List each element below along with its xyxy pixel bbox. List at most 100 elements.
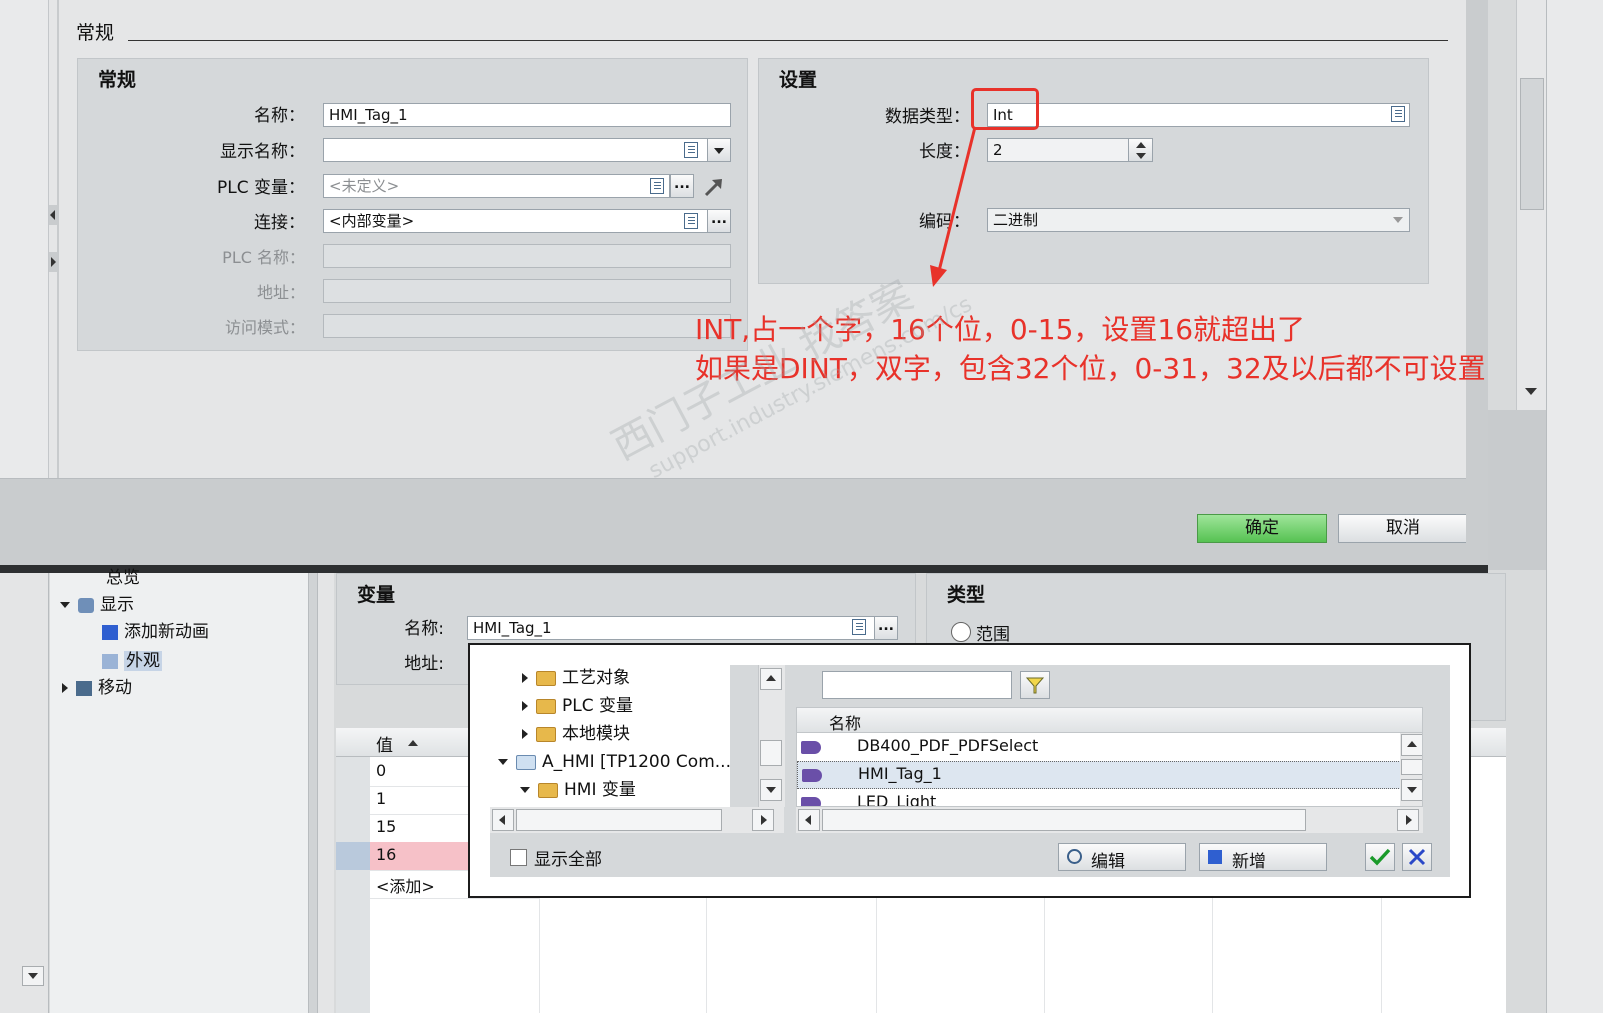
tag-icon bbox=[801, 797, 821, 806]
edit-button-label: 编辑 bbox=[1091, 852, 1125, 872]
scroll-thumb[interactable] bbox=[760, 740, 782, 766]
splitter[interactable] bbox=[308, 573, 318, 1013]
list-item[interactable]: DB400_PDF_PDFSelect bbox=[797, 733, 1401, 761]
range-label: 范围 bbox=[976, 625, 1010, 645]
list-item-selected[interactable]: HMI_Tag_1 bbox=[797, 761, 1401, 789]
picker-tree-item[interactable]: A_HMI [TP1200 Com... bbox=[498, 749, 730, 775]
chevron-down-icon bbox=[714, 148, 724, 154]
scroll-up-button[interactable] bbox=[760, 668, 782, 690]
access-mode-input bbox=[323, 314, 731, 338]
scroll-down-button[interactable] bbox=[760, 779, 782, 801]
list-icon[interactable] bbox=[684, 213, 698, 229]
connection-browse-button[interactable]: ... bbox=[707, 209, 731, 233]
picker-tree-hscroll[interactable] bbox=[490, 807, 784, 833]
picker-search-input[interactable] bbox=[822, 671, 1012, 699]
scroll-thumb[interactable] bbox=[822, 809, 1306, 831]
goto-arrow-icon[interactable] bbox=[703, 176, 725, 198]
length-spinner[interactable] bbox=[1128, 138, 1153, 162]
access-mode-label: 访问模式： bbox=[224, 318, 305, 337]
scroll-left-button[interactable] bbox=[798, 809, 820, 831]
list-vscroll[interactable] bbox=[1400, 733, 1422, 806]
right-scrollbar[interactable] bbox=[1516, 0, 1547, 410]
general-panel: 常规 bbox=[77, 58, 748, 351]
appearance-icon bbox=[102, 653, 118, 669]
scroll-thumb[interactable] bbox=[516, 809, 722, 831]
picker-list-hscroll[interactable] bbox=[796, 807, 1423, 833]
close-icon[interactable] bbox=[1402, 843, 1432, 871]
plc-tag-browse-button[interactable]: ... bbox=[670, 174, 694, 198]
datatype-input[interactable]: Int bbox=[987, 103, 1410, 127]
spin-up-icon[interactable] bbox=[1136, 142, 1146, 148]
chevron-down-icon[interactable] bbox=[1525, 388, 1537, 395]
cell-value: 0 bbox=[376, 761, 387, 780]
show-all-checkbox[interactable] bbox=[510, 849, 527, 866]
connection-input[interactable]: <内部变量> bbox=[323, 209, 708, 233]
value-column-header[interactable]: 值 bbox=[376, 731, 393, 756]
plc-tag-input[interactable]: <未定义> bbox=[323, 174, 670, 198]
tree-overview[interactable]: 总览 bbox=[106, 565, 140, 591]
cell-value: 15 bbox=[376, 817, 397, 836]
picker-tree-vscroll[interactable] bbox=[758, 665, 785, 807]
picker-tree-item[interactable]: PLC 变量 bbox=[522, 693, 633, 719]
scroll-left-button[interactable] bbox=[492, 809, 514, 831]
left-gutter bbox=[0, 0, 49, 478]
cancel-button[interactable]: 取消 bbox=[1338, 514, 1468, 543]
expand-icon[interactable] bbox=[62, 683, 68, 693]
scroll-thumb[interactable] bbox=[1401, 759, 1422, 775]
tree-add-animation[interactable]: 添加新动画 bbox=[102, 619, 209, 645]
scroll-right-button[interactable] bbox=[1397, 809, 1419, 831]
expand-right-icon[interactable] bbox=[49, 252, 57, 272]
name-input[interactable]: HMI_Tag_1 bbox=[323, 103, 731, 127]
picker-tree-item[interactable]: 工艺对象 bbox=[522, 665, 630, 691]
collapse-left-icon[interactable] bbox=[49, 205, 57, 225]
variable-address-label: 地址: bbox=[404, 654, 444, 674]
general-panel-title: 常规 bbox=[98, 69, 137, 91]
picker-tree-item[interactable]: 本地模块 bbox=[522, 721, 630, 747]
display-name-dropdown-button[interactable] bbox=[707, 138, 731, 162]
display-name-input[interactable] bbox=[323, 138, 708, 162]
list-icon[interactable] bbox=[852, 619, 866, 635]
chevron-down-icon[interactable] bbox=[1393, 217, 1403, 223]
address-input bbox=[323, 279, 731, 303]
tree-appearance[interactable]: 外观 bbox=[102, 648, 162, 674]
ok-button[interactable]: 确定 bbox=[1197, 514, 1327, 543]
scroll-up-button[interactable] bbox=[1401, 734, 1422, 756]
lower-left-strip bbox=[0, 573, 49, 1013]
range-radio[interactable] bbox=[951, 622, 971, 642]
list-icon[interactable] bbox=[684, 142, 698, 158]
variable-name-input[interactable]: HMI_Tag_1 bbox=[467, 616, 875, 640]
scroll-down-button[interactable] bbox=[22, 966, 44, 986]
variable-browse-button[interactable]: ... bbox=[874, 616, 898, 640]
add-button-label: 新增 bbox=[1232, 852, 1266, 872]
list-item[interactable]: LED_Light bbox=[797, 789, 1401, 806]
spin-down-icon[interactable] bbox=[1136, 153, 1146, 159]
display-icon bbox=[78, 597, 94, 613]
tag-icon bbox=[801, 741, 821, 754]
section-rule bbox=[128, 40, 1448, 41]
right-strip-dark bbox=[1488, 410, 1546, 570]
picker-list: 名称 DB400_PDF_PDFSelect HMI_Tag_1 LED_Lig… bbox=[796, 707, 1423, 807]
filter-icon[interactable] bbox=[1020, 671, 1050, 699]
confirm-check-icon[interactable] bbox=[1365, 843, 1395, 871]
scroll-down-button[interactable] bbox=[1401, 779, 1422, 801]
edit-button[interactable]: 编辑 bbox=[1058, 843, 1186, 872]
tag-picker-popup: 工艺对象 PLC 变量 本地模块 A_HMI [TP1200 Com... HM… bbox=[468, 643, 1471, 898]
folder-icon bbox=[516, 754, 536, 770]
tree-display[interactable]: 显示 bbox=[60, 592, 134, 618]
scroll-right-button[interactable] bbox=[752, 809, 774, 831]
name-label: 名称： bbox=[254, 106, 305, 126]
list-icon[interactable] bbox=[1391, 106, 1405, 122]
settings-panel-title: 设置 bbox=[779, 69, 818, 91]
expand-icon[interactable] bbox=[60, 602, 70, 608]
scroll-thumb[interactable] bbox=[1520, 78, 1544, 210]
name-column-header: 名称 bbox=[829, 714, 862, 733]
connection-label: 连接： bbox=[254, 213, 305, 233]
add-animation-icon bbox=[102, 624, 118, 640]
list-icon[interactable] bbox=[650, 178, 664, 194]
tree-movement[interactable]: 移动 bbox=[62, 675, 132, 701]
picker-tree-item[interactable]: HMI 变量 bbox=[520, 777, 636, 803]
encoding-select[interactable]: 二进制 bbox=[987, 208, 1410, 232]
add-button[interactable]: 新增 bbox=[1199, 843, 1327, 872]
address-label: 地址： bbox=[256, 283, 305, 302]
list-header[interactable]: 名称 bbox=[797, 708, 1422, 733]
